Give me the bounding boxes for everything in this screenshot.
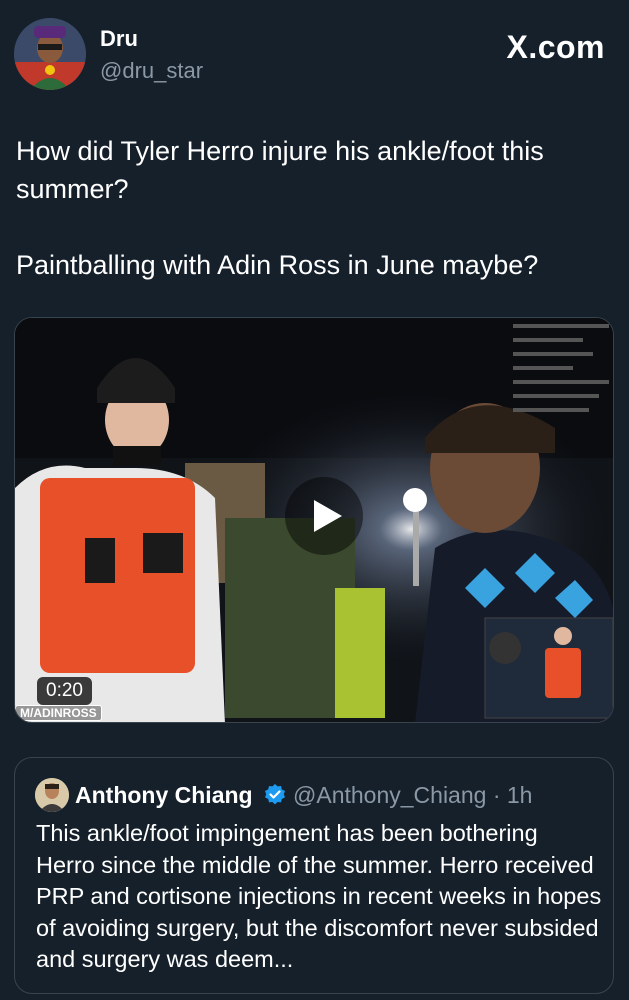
- video-watermark: M/ADINROSS: [15, 705, 102, 721]
- tweet-header: Dru @dru_star X.com: [14, 18, 605, 94]
- tweet-screenshot: Dru @dru_star X.com How did Tyler Herro …: [0, 0, 629, 1000]
- video-duration: 0:20: [37, 677, 92, 705]
- tweet-text: How did Tyler Herro injure his ankle/foo…: [16, 136, 544, 280]
- quote-author-handle-time[interactable]: @Anthony_Chiang · 1h: [293, 782, 532, 809]
- quote-text: This ankle/foot impingement has been bot…: [36, 820, 602, 972]
- quote-author-name[interactable]: Anthony Chiang: [75, 782, 253, 809]
- play-icon: [314, 500, 342, 532]
- author-display-name[interactable]: Dru: [100, 26, 138, 52]
- author-avatar[interactable]: [14, 18, 86, 90]
- quote-author-avatar[interactable]: [35, 778, 69, 812]
- author-handle[interactable]: @dru_star: [100, 58, 203, 84]
- video-player[interactable]: 0:20 M/ADINROSS: [14, 317, 614, 723]
- verified-badge-icon: [265, 784, 285, 805]
- x-logo: X.com: [506, 29, 605, 65]
- play-button[interactable]: [285, 477, 363, 555]
- quoted-tweet[interactable]: Anthony Chiang @Anthony_Chiang · 1h This…: [14, 757, 614, 994]
